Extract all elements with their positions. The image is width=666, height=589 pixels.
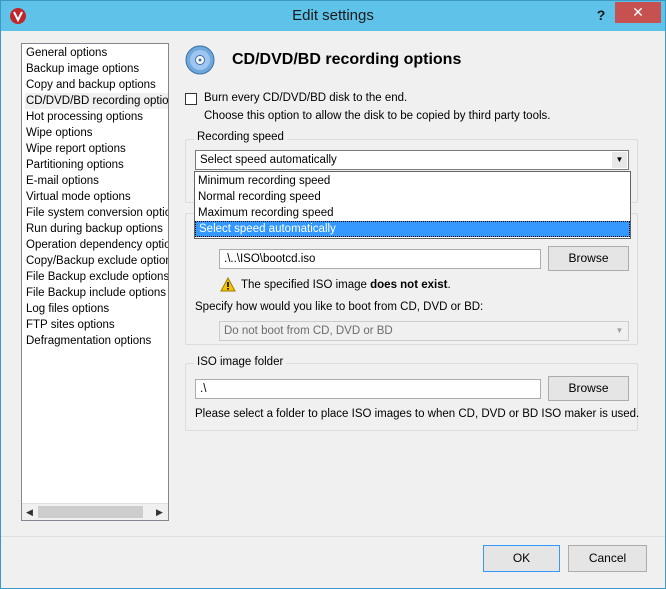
- speed-option-maximum[interactable]: Maximum recording speed: [195, 205, 630, 221]
- nav-item-log-files[interactable]: Log files options: [25, 301, 168, 317]
- close-button[interactable]: ✕: [615, 2, 661, 23]
- nav-item-file-backup-exclude[interactable]: File Backup exclude options: [25, 269, 168, 285]
- nav-item-wipe[interactable]: Wipe options: [25, 125, 168, 141]
- nav-item-fs-conversion[interactable]: File system conversion options: [25, 205, 168, 221]
- window-title: Edit settings: [292, 7, 374, 24]
- warning-icon: [220, 277, 236, 292]
- speed-option-normal[interactable]: Normal recording speed: [195, 189, 630, 205]
- speed-option-automatic[interactable]: Select speed automatically: [195, 221, 630, 237]
- nav-item-partitioning[interactable]: Partitioning options: [25, 157, 168, 173]
- scrollbar-thumb[interactable]: [38, 506, 143, 518]
- boot-mode-select: Do not boot from CD, DVD or BD ▼: [219, 321, 629, 341]
- iso-warning-text: The specified ISO image does not exist.: [241, 279, 451, 291]
- nav-item-copy-backup[interactable]: Copy and backup options: [25, 77, 168, 93]
- nav-item-hot-processing[interactable]: Hot processing options: [25, 109, 168, 125]
- nav-item-ftp-sites[interactable]: FTP sites options: [25, 317, 168, 333]
- nav-item-email[interactable]: E-mail options: [25, 173, 168, 189]
- recording-speed-value: Select speed automatically: [200, 154, 337, 166]
- nav-item-operation-dependency[interactable]: Operation dependency options: [25, 237, 168, 253]
- burn-to-end-checkbox[interactable]: [185, 93, 197, 105]
- chevron-down-icon: ▼: [612, 323, 627, 339]
- dialog-footer: [1, 536, 665, 582]
- nav-item-run-during-backup[interactable]: Run during backup options: [25, 221, 168, 237]
- nav-item-wipe-report[interactable]: Wipe report options: [25, 141, 168, 157]
- burn-to-end-label[interactable]: Burn every CD/DVD/BD disk to the end.: [204, 92, 407, 104]
- page-title: CD/DVD/BD recording options: [232, 51, 462, 68]
- nav-item-general[interactable]: General options: [25, 45, 168, 61]
- title-bar[interactable]: Edit settings ? ✕: [1, 1, 665, 31]
- recording-speed-title: Recording speed: [194, 131, 287, 143]
- nav-item-backup-image[interactable]: Backup image options: [25, 61, 168, 77]
- recording-speed-dropdown[interactable]: Minimum recording speed Normal recording…: [194, 171, 631, 239]
- cancel-button[interactable]: Cancel: [568, 545, 647, 572]
- boot-question-label: Specify how would you like to boot from …: [195, 301, 484, 313]
- iso-folder-browse-button[interactable]: Browse: [548, 376, 629, 401]
- speed-option-minimum[interactable]: Minimum recording speed: [195, 173, 630, 189]
- disc-icon: [185, 45, 215, 75]
- burn-description: Choose this option to allow the disk to …: [204, 110, 551, 122]
- iso-folder-description: Please select a folder to place ISO imag…: [195, 408, 640, 420]
- edit-settings-window: Edit settings ? ✕ General options Backup…: [0, 0, 666, 589]
- dialog-body: General options Backup image options Cop…: [1, 31, 665, 582]
- boot-mode-value: Do not boot from CD, DVD or BD: [224, 325, 393, 337]
- horizontal-scrollbar[interactable]: ◀ ▶: [22, 503, 168, 520]
- nav-item-defragmentation[interactable]: Defragmentation options: [25, 333, 168, 349]
- help-button[interactable]: ?: [589, 5, 613, 25]
- scroll-left-icon[interactable]: ◀: [26, 507, 33, 518]
- nav-item-virtual-mode[interactable]: Virtual mode options: [25, 189, 168, 205]
- nav-item-file-backup-include[interactable]: File Backup include options: [25, 285, 168, 301]
- settings-category-list[interactable]: General options Backup image options Cop…: [21, 43, 169, 521]
- nav-item-cd-dvd-bd[interactable]: CD/DVD/BD recording options: [25, 93, 168, 109]
- iso-folder-input[interactable]: .\: [195, 379, 541, 399]
- ok-button[interactable]: OK: [483, 545, 560, 572]
- iso-folder-title: ISO image folder: [194, 356, 287, 368]
- scroll-right-icon[interactable]: ▶: [156, 507, 163, 518]
- nav-item-copy-backup-exclude[interactable]: Copy/Backup exclude options: [25, 253, 168, 269]
- recording-speed-select[interactable]: Select speed automatically ▼: [195, 150, 629, 170]
- chevron-down-icon[interactable]: ▼: [612, 152, 627, 168]
- boot-iso-path-input[interactable]: .\..\ISO\bootcd.iso: [219, 249, 541, 269]
- boot-iso-browse-button[interactable]: Browse: [548, 246, 629, 271]
